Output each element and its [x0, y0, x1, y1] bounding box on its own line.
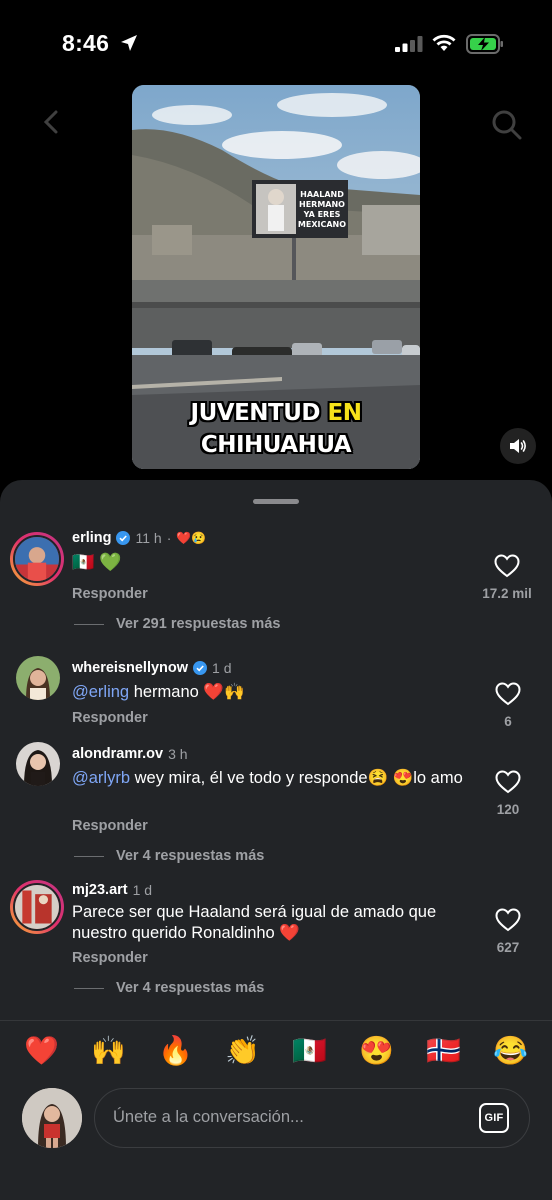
sound-toggle-button[interactable]: [500, 428, 536, 464]
battery-charging-icon: [466, 34, 503, 54]
comment-meta: alondramr.ov 3 h: [72, 746, 188, 762]
search-icon[interactable]: [490, 108, 522, 140]
mention-link[interactable]: @erling: [72, 683, 129, 701]
heart-outline-icon[interactable]: [495, 770, 521, 794]
location-arrow-icon: [121, 35, 137, 51]
emoji-raised-hands[interactable]: 🙌: [89, 1035, 129, 1066]
view-more-replies[interactable]: Ver 4 respuestas más: [74, 980, 264, 996]
avatar-image: [15, 537, 59, 581]
comment-username[interactable]: mj23.art: [72, 882, 128, 898]
comment-username[interactable]: whereisnellynow: [72, 660, 188, 676]
view-more-replies[interactable]: Ver 291 respuestas más: [74, 616, 280, 632]
reply-button[interactable]: Responder: [72, 710, 148, 726]
comment-input-placeholder: Únete a la conversación...: [113, 1108, 304, 1126]
reply-button[interactable]: Responder: [72, 818, 148, 834]
reel-area: HAALAND HERMANO YA ERES MEXICANO JUVENTU…: [0, 85, 552, 480]
caption-chihuahua: CHIHUAHUA: [200, 432, 352, 458]
creator-liked-badge: ❤️😢: [176, 531, 207, 545]
comment-username[interactable]: alondramr.ov: [72, 746, 163, 762]
comment-meta: mj23.art 1 d: [72, 882, 152, 898]
emoji-flag-norway[interactable]: 🇳🇴: [424, 1035, 464, 1066]
billboard-text-3: YA ERES: [303, 210, 341, 219]
divider-line: [74, 855, 104, 857]
emoji-clapping[interactable]: 👏: [223, 1035, 263, 1066]
comment-time: 1 d: [132, 882, 153, 898]
comment-text: @erling hermano ❤️🙌: [72, 682, 472, 703]
avatar-image: [16, 656, 60, 700]
like-column: 627: [478, 908, 538, 955]
reply-button[interactable]: Responder: [72, 586, 148, 602]
comment-username[interactable]: erling: [72, 530, 111, 546]
emoji-tears-of-joy[interactable]: 😂: [491, 1035, 531, 1066]
view-more-label: Ver 4 respuestas más: [116, 848, 265, 864]
avatar-image: [15, 885, 59, 929]
video-player[interactable]: HAALAND HERMANO YA ERES MEXICANO JUVENTU…: [132, 85, 420, 469]
caption-juventud: JUVENTUD: [190, 400, 321, 426]
emoji-heart-eyes[interactable]: 😍: [357, 1035, 397, 1066]
avatar[interactable]: [10, 880, 64, 934]
like-count: 6: [504, 714, 512, 729]
like-count: 120: [496, 802, 520, 817]
verified-badge-icon: [193, 661, 208, 675]
wifi-icon: [432, 34, 456, 51]
heart-outline-icon[interactable]: [494, 554, 520, 578]
back-arrow-icon[interactable]: [38, 108, 66, 136]
comment-text: 🇲🇽 💚: [72, 552, 122, 572]
sheet-drag-handle[interactable]: [253, 499, 299, 504]
avatar[interactable]: [10, 532, 64, 586]
comment-text: @arlyrb wey mira, él ve todo y responde😫…: [72, 768, 472, 789]
view-more-label: Ver 4 respuestas más: [116, 980, 265, 996]
avatar-image: [22, 1088, 82, 1148]
avatar-image: [16, 742, 60, 786]
comment-text: Parece ser que Haaland será igual de ama…: [72, 903, 437, 942]
like-count: 627: [496, 940, 520, 955]
video-caption: JUVENTUD EN CHIHUAHUA: [132, 397, 420, 461]
heart-outline-icon[interactable]: [495, 682, 521, 706]
divider-line: [74, 987, 104, 989]
comment-time: 11 h: [135, 530, 162, 546]
comment-meta: whereisnellynow 1 d: [72, 660, 232, 676]
avatar[interactable]: [16, 742, 60, 786]
verified-badge-icon: [116, 531, 131, 545]
status-bar: 8:46: [0, 0, 552, 90]
separator-dot: ·: [166, 530, 172, 546]
billboard-text-2: HERMANO: [299, 200, 345, 209]
comment-body: hermano ❤️🙌: [129, 683, 245, 701]
like-column: 17.2 mil: [472, 554, 542, 601]
emoji-flag-mexico[interactable]: 🇲🇽: [290, 1035, 330, 1066]
like-count: 17.2 mil: [482, 586, 532, 601]
speaker-icon: [510, 439, 526, 453]
reply-button[interactable]: Responder: [72, 950, 148, 966]
emoji-red-heart[interactable]: ❤️: [22, 1035, 62, 1066]
current-user-avatar: [22, 1088, 82, 1148]
comments-sheet: erling 11 h · ❤️😢 🇲🇽 💚 Responder 17.2 mi…: [0, 480, 552, 1200]
like-column: 120: [478, 770, 538, 817]
caption-en: EN: [327, 400, 362, 426]
gif-button[interactable]: GIF: [479, 1103, 509, 1133]
view-more-label: Ver 291 respuestas más: [116, 616, 281, 632]
emoji-quick-bar: ❤️ 🙌 🔥 👏 🇲🇽 😍 🇳🇴 😂: [0, 1020, 552, 1080]
billboard-text-4: MEXICANO: [298, 220, 346, 229]
view-more-replies[interactable]: Ver 4 respuestas más: [74, 848, 264, 864]
heart-outline-icon[interactable]: [495, 908, 521, 932]
comment-time: 1 d: [212, 660, 232, 676]
comment-input[interactable]: Únete a la conversación... GIF: [94, 1088, 530, 1148]
signal-icon: [395, 36, 423, 52]
status-time: 8:46: [62, 30, 110, 56]
comment-body: wey mira, él ve todo y responde😫 😍lo amo: [130, 769, 463, 787]
like-column: 6: [478, 682, 538, 729]
divider-line: [74, 623, 104, 625]
comment-meta: erling 11 h · ❤️😢: [72, 530, 206, 546]
emoji-fire[interactable]: 🔥: [156, 1035, 196, 1066]
comment-time: 3 h: [168, 746, 188, 762]
billboard-text-1: HAALAND: [300, 190, 344, 199]
avatar[interactable]: [16, 656, 60, 700]
mention-link[interactable]: @arlyrb: [72, 769, 130, 787]
